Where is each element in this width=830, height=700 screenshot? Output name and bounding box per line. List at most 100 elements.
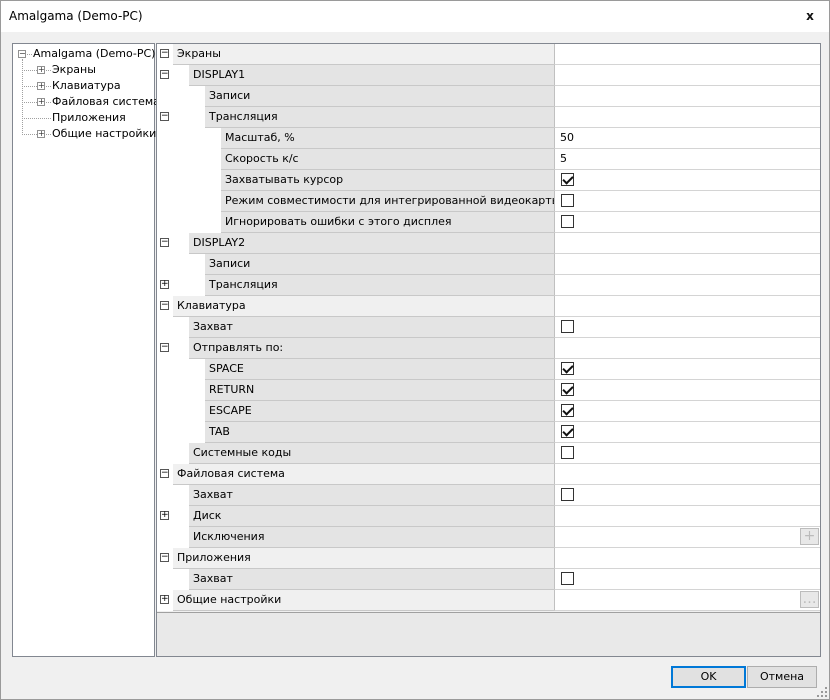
property-row[interactable]: Исключения + [157, 527, 820, 548]
property-row[interactable]: ESCAPE [157, 401, 820, 422]
property-row[interactable]: − Приложения [157, 548, 820, 569]
collapse-icon[interactable]: − [160, 70, 169, 79]
property-value[interactable]: 5 [554, 149, 820, 170]
tree-root[interactable]: Amalgama (Demo-PC) [33, 46, 155, 62]
property-row[interactable]: Масштаб, % 50 [157, 128, 820, 149]
property-row[interactable]: Захват [157, 485, 820, 506]
expand-icon[interactable]: + [160, 280, 169, 289]
tree-item-filesystem[interactable]: Файловая система [52, 94, 160, 110]
property-value[interactable] [554, 275, 820, 296]
property-row[interactable]: − Отправлять по: [157, 338, 820, 359]
expand-icon[interactable]: + [160, 595, 169, 604]
property-row[interactable]: Системные коды [157, 443, 820, 464]
value-text[interactable]: 5 [560, 149, 567, 169]
expand-icon[interactable]: + [37, 130, 45, 138]
value-text[interactable]: 50 [560, 128, 574, 148]
collapse-icon[interactable]: − [160, 301, 169, 310]
resize-grip-icon[interactable] [817, 687, 827, 697]
tree-item-screens[interactable]: Экраны [52, 62, 96, 78]
property-value[interactable]: … [554, 590, 820, 611]
property-row[interactable]: Скорость к/с 5 [157, 149, 820, 170]
property-row[interactable]: − Файловая система [157, 464, 820, 485]
property-value[interactable] [554, 485, 820, 506]
property-value[interactable] [554, 401, 820, 422]
collapse-icon[interactable]: − [160, 343, 169, 352]
ellipsis-icon[interactable]: … [800, 591, 819, 608]
checkbox[interactable] [561, 173, 574, 186]
property-row[interactable]: + Диск [157, 506, 820, 527]
property-row[interactable]: Записи [157, 86, 820, 107]
property-label-text: Отправлять по: [193, 341, 284, 354]
property-label: Общие настройки [173, 590, 554, 611]
property-label-text: Трансляция [209, 278, 278, 291]
tree-item-applications[interactable]: Приложения [52, 110, 126, 126]
property-row[interactable]: Захватывать курсор [157, 170, 820, 191]
property-value[interactable] [554, 44, 820, 65]
checkbox[interactable] [561, 320, 574, 333]
property-value[interactable] [554, 548, 820, 569]
tree-item-general-settings[interactable]: Общие настройки [52, 126, 156, 142]
property-value[interactable] [554, 86, 820, 107]
collapse-icon[interactable]: − [18, 50, 26, 58]
property-row[interactable]: TAB [157, 422, 820, 443]
plus-icon[interactable]: + [800, 528, 819, 545]
property-value[interactable] [554, 212, 820, 233]
property-value[interactable] [554, 254, 820, 275]
property-row[interactable]: − Экраны [157, 44, 820, 65]
property-value[interactable]: 50 [554, 128, 820, 149]
property-value[interactable] [554, 296, 820, 317]
checkbox[interactable] [561, 446, 574, 459]
property-value[interactable] [554, 191, 820, 212]
property-label: SPACE [205, 359, 554, 380]
collapse-icon[interactable]: − [160, 112, 169, 121]
property-row[interactable]: − Трансляция [157, 107, 820, 128]
property-value[interactable] [554, 506, 820, 527]
expand-icon[interactable]: + [37, 82, 45, 90]
checkbox[interactable] [561, 572, 574, 585]
property-row[interactable]: − DISPLAY2 [157, 233, 820, 254]
property-row[interactable]: − DISPLAY1 [157, 65, 820, 86]
property-value[interactable]: + [554, 527, 820, 548]
property-value[interactable] [554, 359, 820, 380]
property-value[interactable] [554, 317, 820, 338]
cancel-button[interactable]: Отмена [747, 666, 817, 688]
property-row[interactable]: RETURN [157, 380, 820, 401]
property-row[interactable]: Игнорировать ошибки с этого дисплея [157, 212, 820, 233]
close-button[interactable]: x [803, 9, 817, 23]
property-row[interactable]: − Клавиатура [157, 296, 820, 317]
property-row[interactable]: Записи [157, 254, 820, 275]
expand-icon[interactable]: + [37, 66, 45, 74]
property-row[interactable]: Захват [157, 569, 820, 590]
expand-icon[interactable]: + [37, 98, 45, 106]
property-row[interactable]: Режим совместимости для интегрированной … [157, 191, 820, 212]
ok-button[interactable]: OK [671, 666, 746, 688]
property-value[interactable] [554, 380, 820, 401]
collapse-icon[interactable]: − [160, 553, 169, 562]
collapse-icon[interactable]: − [160, 469, 169, 478]
property-value[interactable] [554, 422, 820, 443]
property-value[interactable] [554, 443, 820, 464]
property-value[interactable] [554, 464, 820, 485]
collapse-icon[interactable]: − [160, 49, 169, 58]
checkbox[interactable] [561, 488, 574, 501]
collapse-icon[interactable]: − [160, 238, 169, 247]
property-value[interactable] [554, 569, 820, 590]
property-row[interactable]: + Общие настройки … [157, 590, 820, 611]
property-value[interactable] [554, 107, 820, 128]
checkbox[interactable] [561, 425, 574, 438]
property-value[interactable] [554, 170, 820, 191]
checkbox[interactable] [561, 404, 574, 417]
checkbox[interactable] [561, 215, 574, 228]
property-row[interactable]: + Трансляция [157, 275, 820, 296]
property-value[interactable] [554, 338, 820, 359]
checkbox[interactable] [561, 362, 574, 375]
property-row[interactable]: Захват [157, 317, 820, 338]
tree-item-keyboard[interactable]: Клавиатура [52, 78, 121, 94]
property-value[interactable] [554, 65, 820, 86]
checkbox[interactable] [561, 194, 574, 207]
property-row[interactable]: SPACE [157, 359, 820, 380]
expand-icon[interactable]: + [160, 511, 169, 520]
property-label-text: Захват [193, 572, 233, 585]
property-value[interactable] [554, 233, 820, 254]
checkbox[interactable] [561, 383, 574, 396]
